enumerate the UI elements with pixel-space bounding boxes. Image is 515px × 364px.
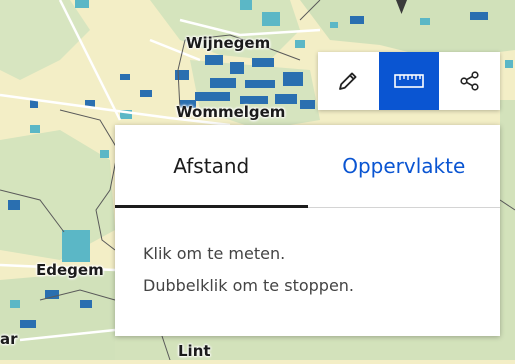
measure-button[interactable]: [378, 52, 440, 110]
instruction-line-click: Klik om te meten.: [143, 244, 286, 263]
ruler-icon: [394, 74, 424, 88]
place-label-wijnegem: Wijnegem: [186, 34, 271, 52]
share-icon: [460, 71, 479, 91]
place-label-wommelgem: Wommelgem: [176, 103, 286, 121]
measure-panel: Afstand Oppervlakte Klik om te meten. Du…: [115, 125, 500, 336]
share-button[interactable]: [439, 52, 500, 110]
draw-button[interactable]: [318, 52, 379, 110]
map-toolbar: [318, 52, 500, 110]
measure-tabs: Afstand Oppervlakte: [115, 125, 500, 208]
pencil-icon: [339, 72, 357, 90]
instruction-line-doubleclick: Dubbelklik om te stoppen.: [143, 276, 355, 295]
tab-afstand[interactable]: Afstand: [115, 125, 308, 208]
tab-oppervlakte[interactable]: Oppervlakte: [308, 125, 501, 207]
place-label-edegem: Edegem: [36, 261, 104, 279]
place-label-lint: Lint: [178, 342, 211, 360]
measure-instructions: Klik om te meten. Dubbelklik om te stopp…: [115, 208, 500, 302]
place-label-partial: ar: [0, 330, 18, 348]
